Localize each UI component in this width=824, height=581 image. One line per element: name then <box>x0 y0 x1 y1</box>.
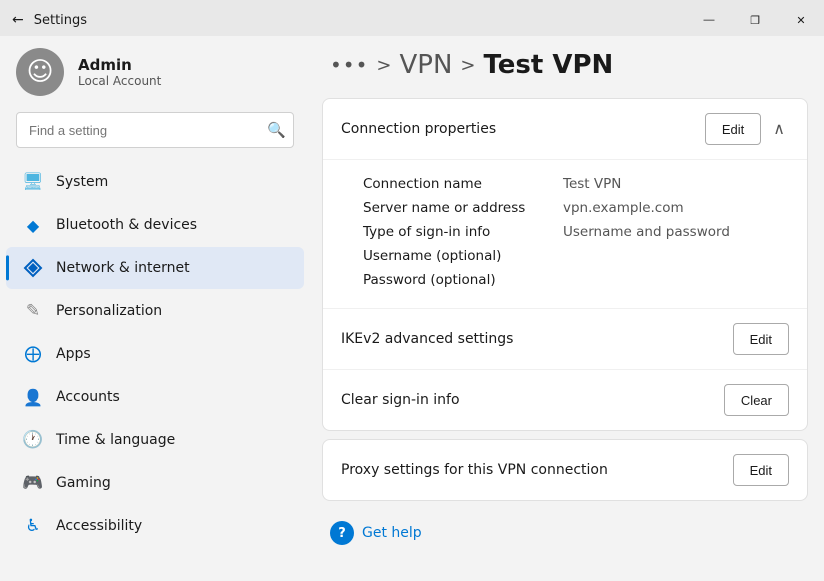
sidebar-item-time[interactable]: 🕐 Time & language <box>6 419 304 461</box>
content-area: ••• > VPN > Test VPN Connection properti… <box>310 36 824 581</box>
sidebar-item-label: System <box>56 174 108 190</box>
avatar-icon: ☺ <box>26 59 53 85</box>
user-profile[interactable]: ☺ Admin Local Account <box>0 36 310 112</box>
bluetooth-icon: ◆ <box>22 214 44 236</box>
prop-row-password: Password (optional) <box>363 268 767 292</box>
prop-row-server: Server name or address vpn.example.com <box>363 196 767 220</box>
sidebar-item-apps[interactable]: ⨁ Apps <box>6 333 304 375</box>
system-icon: 🖥 <box>22 171 44 193</box>
breadcrumb: ••• > VPN > Test VPN <box>322 36 808 98</box>
properties-table: Connection name Test VPN Server name or … <box>323 160 807 308</box>
prop-value: vpn.example.com <box>563 200 684 216</box>
sidebar-item-system[interactable]: 🖥 System <box>6 161 304 203</box>
connection-properties-edit-button[interactable]: Edit <box>705 113 761 145</box>
sidebar: ☺ Admin Local Account 🔍 🖥 System ◆ Bluet… <box>0 36 310 581</box>
connection-properties-card: Connection properties Edit ∧ Connection … <box>322 98 808 431</box>
get-help-label: Get help <box>362 525 422 541</box>
sidebar-item-label: Accessibility <box>56 518 142 534</box>
breadcrumb-vpn[interactable]: VPN <box>399 50 452 80</box>
sidebar-item-label: Personalization <box>56 303 162 319</box>
personalization-icon: ✎ <box>22 300 44 322</box>
maximize-button[interactable]: ❐ <box>732 2 778 38</box>
search-container: 🔍 <box>16 112 294 148</box>
ikev2-edit-button[interactable]: Edit <box>733 323 789 355</box>
prop-label: Type of sign-in info <box>363 224 563 240</box>
search-input[interactable] <box>16 112 294 148</box>
accounts-icon: 👤 <box>22 386 44 408</box>
accessibility-icon: ♿ <box>22 515 44 537</box>
clear-signin-label: Clear sign-in info <box>341 392 460 408</box>
clear-signin-row: Clear sign-in info Clear <box>323 369 807 430</box>
user-name: Admin <box>78 56 161 74</box>
back-button[interactable]: ← <box>12 12 24 28</box>
sidebar-item-accounts[interactable]: 👤 Accounts <box>6 376 304 418</box>
close-button[interactable]: ✕ <box>778 2 824 38</box>
sidebar-item-bluetooth[interactable]: ◆ Bluetooth & devices <box>6 204 304 246</box>
prop-label: Connection name <box>363 176 563 192</box>
connection-properties-title: Connection properties <box>341 121 496 137</box>
ikev2-row: IKEv2 advanced settings Edit <box>323 308 807 369</box>
window-title: Settings <box>34 13 87 28</box>
card-header: Connection properties Edit ∧ <box>323 99 807 160</box>
prop-row-signin-type: Type of sign-in info Username and passwo… <box>363 220 767 244</box>
sidebar-item-personalization[interactable]: ✎ Personalization <box>6 290 304 332</box>
sidebar-item-gaming[interactable]: 🎮 Gaming <box>6 462 304 504</box>
sidebar-item-network[interactable]: Network & internet <box>6 247 304 289</box>
network-icon <box>22 257 44 279</box>
collapse-button[interactable]: ∧ <box>769 115 789 143</box>
breadcrumb-current: Test VPN <box>484 50 614 80</box>
avatar: ☺ <box>16 48 64 96</box>
search-icon[interactable]: 🔍 <box>267 121 286 139</box>
sidebar-item-label: Accounts <box>56 389 120 405</box>
ikev2-label: IKEv2 advanced settings <box>341 331 513 347</box>
sidebar-item-label: Network & internet <box>56 260 190 276</box>
proxy-row: Proxy settings for this VPN connection E… <box>323 440 807 500</box>
help-icon: ? <box>330 521 354 545</box>
get-help-link[interactable]: ? Get help <box>322 509 808 557</box>
window-controls: — ❐ ✕ <box>686 2 824 38</box>
prop-row-username: Username (optional) <box>363 244 767 268</box>
sidebar-item-label: Apps <box>56 346 91 362</box>
sidebar-item-label: Bluetooth & devices <box>56 217 197 233</box>
user-info: Admin Local Account <box>78 56 161 88</box>
breadcrumb-sep2: > <box>460 55 475 76</box>
user-subtitle: Local Account <box>78 74 161 88</box>
breadcrumb-dots: ••• <box>330 53 368 77</box>
prop-value: Test VPN <box>563 176 621 192</box>
sidebar-item-label: Time & language <box>56 432 175 448</box>
breadcrumb-sep1: > <box>376 55 391 76</box>
prop-value: Username and password <box>563 224 730 240</box>
proxy-edit-button[interactable]: Edit <box>733 454 789 486</box>
apps-icon: ⨁ <box>22 343 44 365</box>
prop-label: Password (optional) <box>363 272 563 288</box>
gaming-icon: 🎮 <box>22 472 44 494</box>
clear-signin-button[interactable]: Clear <box>724 384 789 416</box>
nav-list: 🖥 System ◆ Bluetooth & devices Network &… <box>0 160 310 548</box>
prop-label: Username (optional) <box>363 248 563 264</box>
title-bar: ← Settings — ❐ ✕ <box>0 0 824 36</box>
time-icon: 🕐 <box>22 429 44 451</box>
card-header-actions: Edit ∧ <box>705 113 789 145</box>
prop-row-connection-name: Connection name Test VPN <box>363 172 767 196</box>
minimize-button[interactable]: — <box>686 2 732 38</box>
proxy-label: Proxy settings for this VPN connection <box>341 462 608 478</box>
proxy-settings-card: Proxy settings for this VPN connection E… <box>322 439 808 501</box>
sidebar-item-label: Gaming <box>56 475 111 491</box>
sidebar-item-accessibility[interactable]: ♿ Accessibility <box>6 505 304 547</box>
prop-label: Server name or address <box>363 200 563 216</box>
